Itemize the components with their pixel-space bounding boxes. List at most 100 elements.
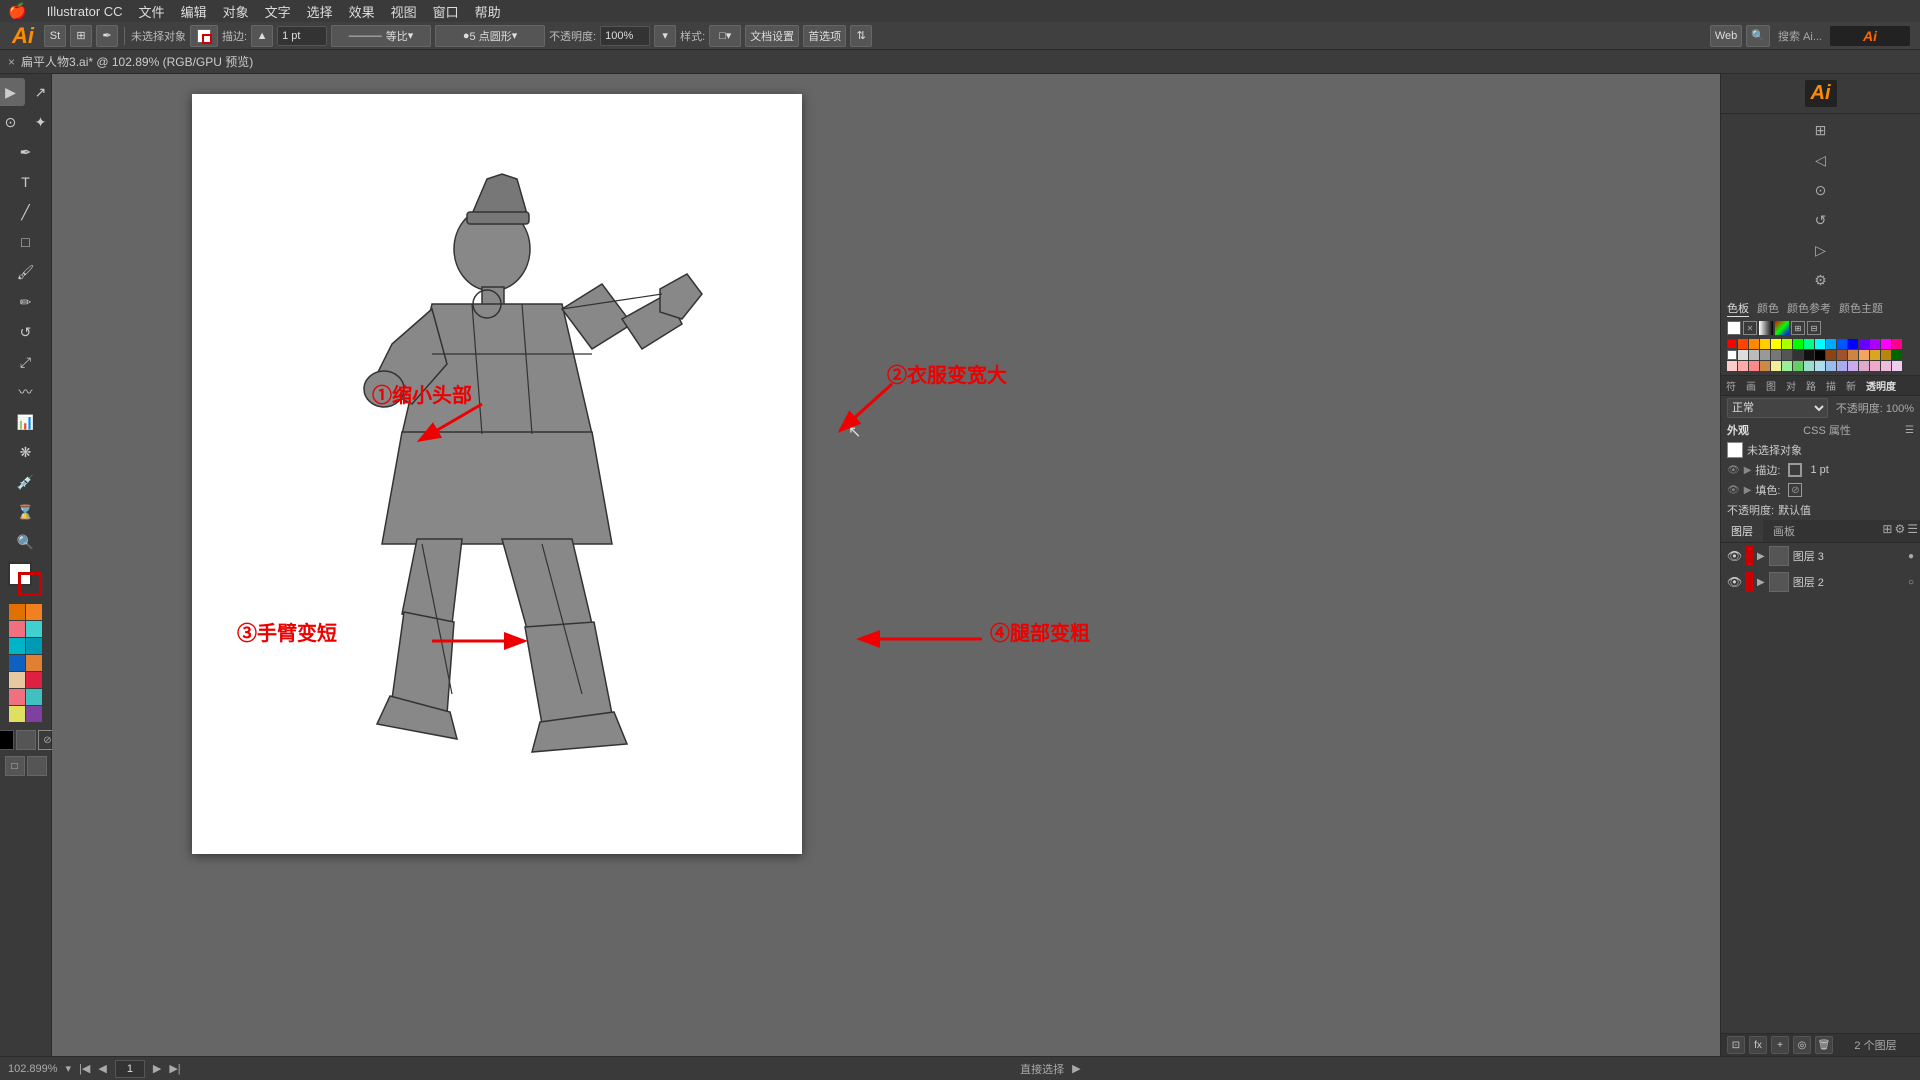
- style-dropdown[interactable]: □▾: [709, 25, 741, 47]
- layers-tab-layers[interactable]: 图层: [1721, 520, 1763, 542]
- pc-19[interactable]: [1749, 350, 1759, 360]
- swatch-11[interactable]: [9, 689, 25, 705]
- palette-tab-swatches[interactable]: 色板: [1727, 300, 1749, 317]
- doc-settings-button[interactable]: 文档设置: [745, 25, 799, 47]
- gray-mode-btn[interactable]: [16, 730, 36, 750]
- layer-3-expand[interactable]: ▶: [1757, 551, 1765, 562]
- panel-icon-1[interactable]: ⊞: [1809, 118, 1833, 142]
- pc2-1[interactable]: [1727, 361, 1737, 371]
- layer-2-visibility[interactable]: 👁: [1727, 575, 1741, 589]
- layers-visibility[interactable]: ◎: [1793, 1036, 1811, 1054]
- tab-hua[interactable]: 画: [1741, 376, 1761, 395]
- pc-22[interactable]: [1782, 350, 1792, 360]
- panel-icon-5[interactable]: ▷: [1809, 238, 1833, 262]
- swatch-9[interactable]: [9, 672, 25, 688]
- swatch-1[interactable]: [9, 604, 25, 620]
- pc-black[interactable]: [1815, 350, 1825, 360]
- eye-icon-fill[interactable]: 👁: [1727, 485, 1740, 496]
- web-dropdown[interactable]: Web: [1710, 25, 1742, 47]
- screen-mode-btn[interactable]: □: [5, 756, 25, 776]
- menu-file[interactable]: 文件: [139, 2, 165, 21]
- fill-color-chip[interactable]: ⊘: [1788, 483, 1802, 497]
- pc2-6[interactable]: [1782, 361, 1792, 371]
- pc-21[interactable]: [1771, 350, 1781, 360]
- pc-red[interactable]: [1727, 339, 1737, 349]
- rotate-tool[interactable]: ↺: [12, 318, 40, 346]
- panel-icon-2[interactable]: ◁: [1809, 148, 1833, 172]
- pc-31[interactable]: [1881, 350, 1891, 360]
- tab-transparency[interactable]: 透明度: [1861, 376, 1901, 395]
- tab-tu[interactable]: 图: [1761, 376, 1781, 395]
- pen-tool[interactable]: ✒: [12, 138, 40, 166]
- swatch-6[interactable]: [26, 638, 42, 654]
- opacity-dropdown[interactable]: ▾: [654, 25, 676, 47]
- palette-tab-theme[interactable]: 颜色主题: [1839, 300, 1883, 317]
- stroke-value-input[interactable]: [277, 26, 327, 46]
- pc2-8[interactable]: [1804, 361, 1814, 371]
- pencil-tool[interactable]: ✏: [12, 288, 40, 316]
- palette-icon-grad[interactable]: [1759, 321, 1773, 335]
- pc2-9[interactable]: [1815, 361, 1825, 371]
- preferences-button[interactable]: 首选项: [803, 25, 846, 47]
- pc-white[interactable]: [1727, 350, 1737, 360]
- pc-15[interactable]: [1881, 339, 1891, 349]
- swatch-3[interactable]: [9, 621, 25, 637]
- palette-icon-folder[interactable]: ⊞: [1791, 321, 1805, 335]
- pc-16[interactable]: [1892, 339, 1902, 349]
- pc-20[interactable]: [1760, 350, 1770, 360]
- st-button[interactable]: St: [44, 25, 66, 47]
- normal-mode-btn[interactable]: [0, 730, 14, 750]
- menu-text[interactable]: 文字: [265, 2, 291, 21]
- pc2-15[interactable]: [1881, 361, 1891, 371]
- swatch-8[interactable]: [26, 655, 42, 671]
- pc2-10[interactable]: [1826, 361, 1836, 371]
- pc-18[interactable]: [1738, 350, 1748, 360]
- pc2-5[interactable]: [1771, 361, 1781, 371]
- magic-wand-tool[interactable]: ✦: [27, 108, 55, 136]
- pc-23[interactable]: [1793, 350, 1803, 360]
- pc2-12[interactable]: [1848, 361, 1858, 371]
- stroke-swatch[interactable]: [18, 572, 42, 596]
- layers-new-layer[interactable]: +: [1771, 1036, 1789, 1054]
- pc-2[interactable]: [1738, 339, 1748, 349]
- pc2-7[interactable]: [1793, 361, 1803, 371]
- pc2-4[interactable]: [1760, 361, 1770, 371]
- swatch-5[interactable]: [9, 638, 25, 654]
- menu-illustrator[interactable]: Illustrator CC: [47, 4, 123, 19]
- zoom-dropdown[interactable]: ▾: [66, 1062, 72, 1075]
- zoom-tool[interactable]: 🔍: [12, 528, 40, 556]
- tab-dui[interactable]: 对: [1781, 376, 1801, 395]
- pc-29[interactable]: [1859, 350, 1869, 360]
- pc-26[interactable]: [1826, 350, 1836, 360]
- swatch-10[interactable]: [26, 672, 42, 688]
- canvas-area[interactable]: ①缩小头部 ②衣服变宽大 ③手臂变短 ④腿部变粗 ↖: [52, 74, 1720, 1056]
- panel-icon-6[interactable]: ⚙: [1809, 268, 1833, 292]
- pc-7[interactable]: [1793, 339, 1803, 349]
- pc-9[interactable]: [1815, 339, 1825, 349]
- menu-select[interactable]: 选择: [307, 2, 333, 21]
- pc-11[interactable]: [1837, 339, 1847, 349]
- pc-27[interactable]: [1837, 350, 1847, 360]
- view-options-button[interactable]: ⊞: [70, 25, 92, 47]
- scale-tool[interactable]: ⤢: [12, 348, 40, 376]
- type-tool[interactable]: T: [12, 168, 40, 196]
- palette-icon-white[interactable]: [1727, 321, 1741, 335]
- pc-6[interactable]: [1782, 339, 1792, 349]
- layers-options-icon[interactable]: ⚙: [1894, 522, 1905, 540]
- layer-row-3[interactable]: 👁 ▶ 图层 3 ●: [1721, 543, 1920, 569]
- pc-32[interactable]: [1892, 350, 1902, 360]
- pc2-14[interactable]: [1870, 361, 1880, 371]
- layers-make-mask[interactable]: ⊡: [1727, 1036, 1745, 1054]
- pc2-11[interactable]: [1837, 361, 1847, 371]
- page-input[interactable]: [115, 1060, 145, 1078]
- pc2-16[interactable]: [1892, 361, 1902, 371]
- menu-effect[interactable]: 效果: [349, 2, 375, 21]
- rect-tool[interactable]: □: [12, 228, 40, 256]
- swatch-7[interactable]: [9, 655, 25, 671]
- nav-prev-prev[interactable]: |◀: [79, 1062, 90, 1075]
- layers-fx[interactable]: fx: [1749, 1036, 1767, 1054]
- stroke-up[interactable]: ▲: [251, 25, 273, 47]
- search-button[interactable]: 🔍: [1746, 25, 1770, 47]
- tab-miao[interactable]: 描: [1821, 376, 1841, 395]
- pc-8[interactable]: [1804, 339, 1814, 349]
